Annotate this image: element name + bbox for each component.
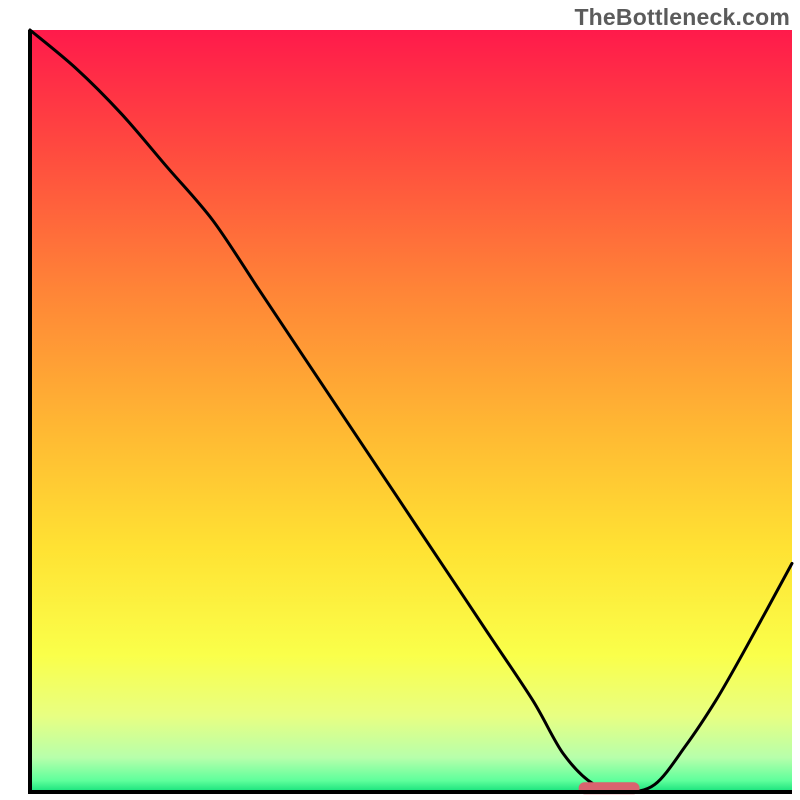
chart-canvas: TheBottleneck.com <box>0 0 800 800</box>
bottleneck-chart <box>0 0 800 800</box>
gradient-background <box>30 30 792 792</box>
